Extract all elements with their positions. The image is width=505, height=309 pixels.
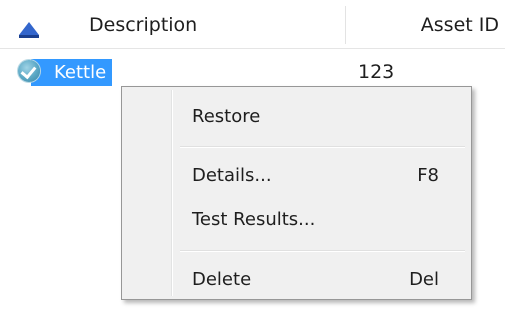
column-header: Description Asset ID bbox=[0, 0, 505, 49]
menu-item-label: Details... bbox=[192, 165, 272, 186]
menu-item-delete[interactable]: Delete Del bbox=[125, 261, 468, 297]
menu-item-test-results[interactable]: Test Results... bbox=[125, 201, 468, 237]
row-description-cell[interactable]: Kettle bbox=[31, 59, 113, 86]
menu-item-label: Delete bbox=[192, 269, 252, 290]
menu-item-shortcut: F8 bbox=[417, 165, 439, 186]
context-menu: Restore Details... F8 Test Results... De… bbox=[121, 86, 472, 300]
menu-separator bbox=[180, 250, 465, 252]
column-header-asset-id[interactable]: Asset ID bbox=[421, 14, 499, 36]
menu-item-label: Test Results... bbox=[192, 209, 316, 230]
check-circle-icon bbox=[18, 60, 40, 82]
menu-separator bbox=[180, 146, 465, 148]
column-divider[interactable] bbox=[345, 6, 346, 44]
menu-item-restore[interactable]: Restore bbox=[125, 98, 468, 134]
row-asset-id-cell[interactable]: 123 bbox=[358, 61, 394, 83]
sort-ascending-icon[interactable] bbox=[19, 22, 39, 38]
menu-item-label: Restore bbox=[192, 106, 261, 127]
menu-item-details[interactable]: Details... F8 bbox=[125, 157, 468, 193]
menu-item-shortcut: Del bbox=[409, 269, 439, 290]
column-header-description[interactable]: Description bbox=[89, 14, 197, 36]
